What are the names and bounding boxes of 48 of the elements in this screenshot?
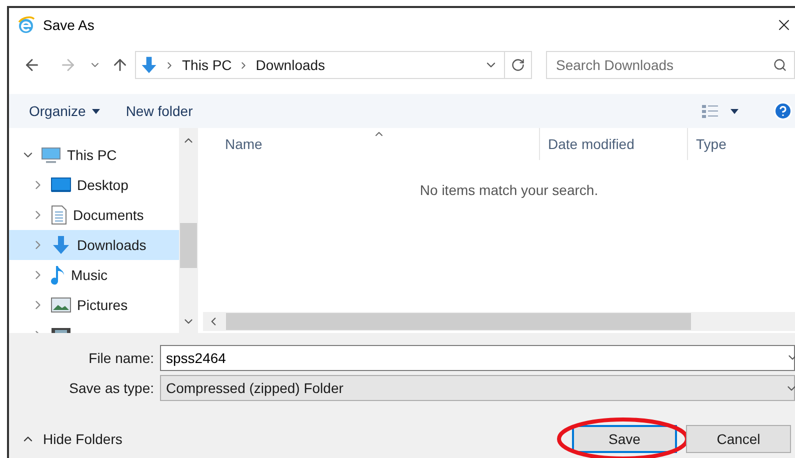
nav-label: Music <box>71 266 108 284</box>
column-header[interactable]: Date modified <box>539 128 687 160</box>
nav-label: This PC <box>67 146 117 164</box>
picture-icon <box>51 297 71 313</box>
music-note-icon <box>51 265 65 285</box>
scrollbar-thumb[interactable] <box>180 223 197 268</box>
nav-item[interactable]: Downloads <box>9 230 179 260</box>
toolbar-button[interactable]: Organize <box>29 100 100 122</box>
window-title: Save As <box>43 16 94 34</box>
dialog-button[interactable]: Save <box>572 425 677 453</box>
nav-item[interactable]: This PC <box>9 140 179 170</box>
globe-e-icon <box>17 16 35 34</box>
dialog-button[interactable]: Cancel <box>686 425 791 453</box>
refresh-icon[interactable] <box>511 58 525 72</box>
vertical-scrollbar[interactable] <box>179 128 198 333</box>
empty-message: No items match your search. <box>420 181 598 200</box>
nav-label: Desktop <box>77 176 128 195</box>
column-header[interactable]: Name <box>203 128 539 160</box>
horizontal-scrollbar[interactable] <box>203 312 795 331</box>
document-icon <box>51 205 67 225</box>
dropdown-triangle-icon <box>92 108 100 114</box>
file-type-select[interactable]: Compressed (zipped) Folder <box>160 375 795 401</box>
nav-label: Downloads <box>77 236 146 254</box>
hide-folders-button[interactable]: Hide Folders <box>21 428 122 450</box>
desktop-icon <box>51 177 71 193</box>
dropdown-triangle-icon[interactable] <box>730 108 739 114</box>
nav-item[interactable]: Pictures <box>9 290 179 320</box>
scrollbar-thumb[interactable] <box>226 313 691 330</box>
view-options-icon[interactable] <box>702 104 718 118</box>
help-icon[interactable] <box>773 101 793 121</box>
address-bar[interactable]: This PC Downloads <box>135 51 532 79</box>
nav-item[interactable]: Music <box>9 260 179 290</box>
nav-item[interactable]: Documents <box>9 200 179 230</box>
nav-item[interactable]: Desktop <box>9 170 179 200</box>
column-header[interactable]: Type <box>687 128 795 160</box>
nav-label: Documents <box>73 206 144 224</box>
computer-icon <box>41 146 61 164</box>
search-field[interactable]: Search Downloads <box>546 51 795 79</box>
field-label: File name: <box>88 348 154 368</box>
toolbar-button[interactable]: New folder <box>126 100 193 122</box>
nav-label: Pictures <box>77 296 128 314</box>
breadcrumb[interactable]: This PC <box>182 54 232 76</box>
breadcrumb[interactable]: Downloads <box>256 54 326 76</box>
download-arrow-icon <box>51 235 71 255</box>
file-name-field[interactable]: spss2464 <box>160 345 795 371</box>
search-icon <box>773 58 787 72</box>
download-arrow-icon <box>140 55 158 75</box>
field-label: Save as type: <box>68 378 154 398</box>
